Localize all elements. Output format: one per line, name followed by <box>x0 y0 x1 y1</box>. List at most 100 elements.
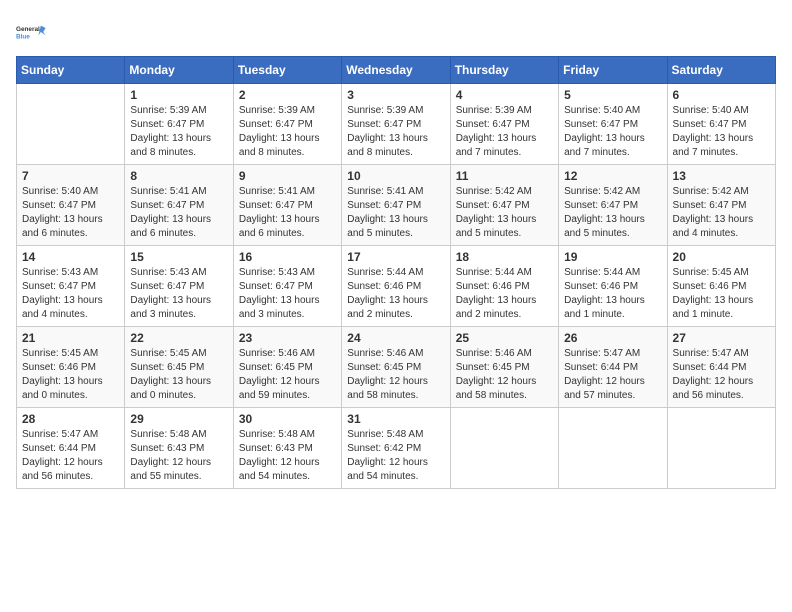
day-number: 14 <box>22 250 119 264</box>
day-number: 8 <box>130 169 227 183</box>
calendar-body: 1 Sunrise: 5:39 AM Sunset: 6:47 PM Daylig… <box>17 84 776 489</box>
cell-info: Sunrise: 5:40 AM Sunset: 6:47 PM Dayligh… <box>22 185 119 241</box>
day-number: 1 <box>130 88 227 102</box>
cell-info: Sunrise: 5:42 AM Sunset: 6:47 PM Dayligh… <box>456 185 553 241</box>
day-number: 17 <box>347 250 444 264</box>
svg-text:General: General <box>16 26 40 33</box>
day-number: 30 <box>239 412 336 426</box>
cell-info: Sunrise: 5:43 AM Sunset: 6:47 PM Dayligh… <box>130 266 227 322</box>
day-number: 12 <box>564 169 661 183</box>
cell-info: Sunrise: 5:41 AM Sunset: 6:47 PM Dayligh… <box>130 185 227 241</box>
day-number: 18 <box>456 250 553 264</box>
day-number: 7 <box>22 169 119 183</box>
calendar-cell: 30 Sunrise: 5:48 AM Sunset: 6:43 PM Dayli… <box>233 408 341 489</box>
day-header-monday: Monday <box>125 57 233 84</box>
calendar-cell: 6 Sunrise: 5:40 AM Sunset: 6:47 PM Daylig… <box>667 84 775 165</box>
week-row-3: 14 Sunrise: 5:43 AM Sunset: 6:47 PM Dayli… <box>17 246 776 327</box>
calendar-cell <box>17 84 125 165</box>
day-number: 6 <box>673 88 770 102</box>
calendar-cell: 22 Sunrise: 5:45 AM Sunset: 6:45 PM Dayli… <box>125 327 233 408</box>
calendar-cell: 23 Sunrise: 5:46 AM Sunset: 6:45 PM Dayli… <box>233 327 341 408</box>
calendar-cell: 12 Sunrise: 5:42 AM Sunset: 6:47 PM Dayli… <box>559 165 667 246</box>
cell-info: Sunrise: 5:48 AM Sunset: 6:43 PM Dayligh… <box>239 428 336 484</box>
week-row-1: 1 Sunrise: 5:39 AM Sunset: 6:47 PM Daylig… <box>17 84 776 165</box>
calendar-cell: 14 Sunrise: 5:43 AM Sunset: 6:47 PM Dayli… <box>17 246 125 327</box>
cell-info: Sunrise: 5:45 AM Sunset: 6:46 PM Dayligh… <box>22 347 119 403</box>
week-row-4: 21 Sunrise: 5:45 AM Sunset: 6:46 PM Dayli… <box>17 327 776 408</box>
logo-icon: GeneralBlue <box>16 16 48 48</box>
day-number: 5 <box>564 88 661 102</box>
calendar-cell: 4Sunrise: 5:39 AM Sunset: 6:47 PM Daylig… <box>450 84 558 165</box>
cell-info: Sunrise: 5:40 AM Sunset: 6:47 PM Dayligh… <box>564 104 661 160</box>
cell-info: Sunrise: 5:43 AM Sunset: 6:47 PM Dayligh… <box>22 266 119 322</box>
day-number: 11 <box>456 169 553 183</box>
cell-info: Sunrise: 5:44 AM Sunset: 6:46 PM Dayligh… <box>456 266 553 322</box>
calendar-cell: 8 Sunrise: 5:41 AM Sunset: 6:47 PM Daylig… <box>125 165 233 246</box>
calendar-cell: 10 Sunrise: 5:41 AM Sunset: 6:47 PM Dayli… <box>342 165 450 246</box>
svg-text:Blue: Blue <box>16 33 30 40</box>
day-header-wednesday: Wednesday <box>342 57 450 84</box>
day-number: 16 <box>239 250 336 264</box>
cell-info: Sunrise: 5:44 AM Sunset: 6:46 PM Dayligh… <box>347 266 444 322</box>
calendar-cell: 26 Sunrise: 5:47 AM Sunset: 6:44 PM Dayli… <box>559 327 667 408</box>
cell-info: Sunrise: 5:42 AM Sunset: 6:47 PM Dayligh… <box>673 185 770 241</box>
day-header-sunday: Sunday <box>17 57 125 84</box>
day-number: 10 <box>347 169 444 183</box>
calendar-table: SundayMondayTuesdayWednesdayThursdayFrid… <box>16 56 776 489</box>
cell-info: Sunrise: 5:42 AM Sunset: 6:47 PM Dayligh… <box>564 185 661 241</box>
calendar-cell: 17 Sunrise: 5:44 AM Sunset: 6:46 PM Dayli… <box>342 246 450 327</box>
days-header-row: SundayMondayTuesdayWednesdayThursdayFrid… <box>17 57 776 84</box>
calendar-cell: 25 Sunrise: 5:46 AM Sunset: 6:45 PM Dayli… <box>450 327 558 408</box>
day-number: 23 <box>239 331 336 345</box>
calendar-cell: 9 Sunrise: 5:41 AM Sunset: 6:47 PM Daylig… <box>233 165 341 246</box>
day-number: 19 <box>564 250 661 264</box>
day-number: 9 <box>239 169 336 183</box>
calendar-cell: 18 Sunrise: 5:44 AM Sunset: 6:46 PM Dayli… <box>450 246 558 327</box>
calendar-cell: 2 Sunrise: 5:39 AM Sunset: 6:47 PM Daylig… <box>233 84 341 165</box>
calendar-cell: 24 Sunrise: 5:46 AM Sunset: 6:45 PM Dayli… <box>342 327 450 408</box>
cell-info: Sunrise: 5:46 AM Sunset: 6:45 PM Dayligh… <box>347 347 444 403</box>
week-row-2: 7 Sunrise: 5:40 AM Sunset: 6:47 PM Daylig… <box>17 165 776 246</box>
cell-info: Sunrise: 5:40 AM Sunset: 6:47 PM Dayligh… <box>673 104 770 160</box>
day-number: 4 <box>456 88 553 102</box>
cell-info: Sunrise: 5:47 AM Sunset: 6:44 PM Dayligh… <box>22 428 119 484</box>
day-number: 2 <box>239 88 336 102</box>
cell-info: Sunrise: 5:39 AM Sunset: 6:47 PM Dayligh… <box>239 104 336 160</box>
day-number: 31 <box>347 412 444 426</box>
day-number: 22 <box>130 331 227 345</box>
calendar-cell <box>667 408 775 489</box>
cell-info: Sunrise: 5:45 AM Sunset: 6:46 PM Dayligh… <box>673 266 770 322</box>
calendar-cell: 7 Sunrise: 5:40 AM Sunset: 6:47 PM Daylig… <box>17 165 125 246</box>
calendar-cell <box>450 408 558 489</box>
calendar-cell: 15 Sunrise: 5:43 AM Sunset: 6:47 PM Dayli… <box>125 246 233 327</box>
calendar-cell: 29 Sunrise: 5:48 AM Sunset: 6:43 PM Dayli… <box>125 408 233 489</box>
cell-info: Sunrise: 5:41 AM Sunset: 6:47 PM Dayligh… <box>347 185 444 241</box>
day-number: 29 <box>130 412 227 426</box>
cell-info: Sunrise: 5:46 AM Sunset: 6:45 PM Dayligh… <box>456 347 553 403</box>
cell-info: Sunrise: 5:48 AM Sunset: 6:42 PM Dayligh… <box>347 428 444 484</box>
day-number: 21 <box>22 331 119 345</box>
cell-info: Sunrise: 5:43 AM Sunset: 6:47 PM Dayligh… <box>239 266 336 322</box>
calendar-cell: 21 Sunrise: 5:45 AM Sunset: 6:46 PM Dayli… <box>17 327 125 408</box>
day-number: 20 <box>673 250 770 264</box>
day-header-saturday: Saturday <box>667 57 775 84</box>
calendar-cell: 19 Sunrise: 5:44 AM Sunset: 6:46 PM Dayli… <box>559 246 667 327</box>
cell-info: Sunrise: 5:39 AM Sunset: 6:47 PM Dayligh… <box>347 104 444 160</box>
cell-info: Sunrise: 5:47 AM Sunset: 6:44 PM Dayligh… <box>564 347 661 403</box>
calendar-cell: 11 Sunrise: 5:42 AM Sunset: 6:47 PM Dayli… <box>450 165 558 246</box>
calendar-cell: 28Sunrise: 5:47 AM Sunset: 6:44 PM Dayli… <box>17 408 125 489</box>
day-number: 26 <box>564 331 661 345</box>
cell-info: Sunrise: 5:45 AM Sunset: 6:45 PM Dayligh… <box>130 347 227 403</box>
cell-info: Sunrise: 5:44 AM Sunset: 6:46 PM Dayligh… <box>564 266 661 322</box>
calendar-cell <box>559 408 667 489</box>
day-number: 24 <box>347 331 444 345</box>
calendar-cell: 13Sunrise: 5:42 AM Sunset: 6:47 PM Dayli… <box>667 165 775 246</box>
cell-info: Sunrise: 5:41 AM Sunset: 6:47 PM Dayligh… <box>239 185 336 241</box>
calendar-cell: 1Sunrise: 5:39 AM Sunset: 6:47 PM Daylig… <box>125 84 233 165</box>
day-number: 15 <box>130 250 227 264</box>
day-number: 25 <box>456 331 553 345</box>
cell-info: Sunrise: 5:46 AM Sunset: 6:45 PM Dayligh… <box>239 347 336 403</box>
cell-info: Sunrise: 5:48 AM Sunset: 6:43 PM Dayligh… <box>130 428 227 484</box>
day-number: 3 <box>347 88 444 102</box>
calendar-cell: 5 Sunrise: 5:40 AM Sunset: 6:47 PM Daylig… <box>559 84 667 165</box>
